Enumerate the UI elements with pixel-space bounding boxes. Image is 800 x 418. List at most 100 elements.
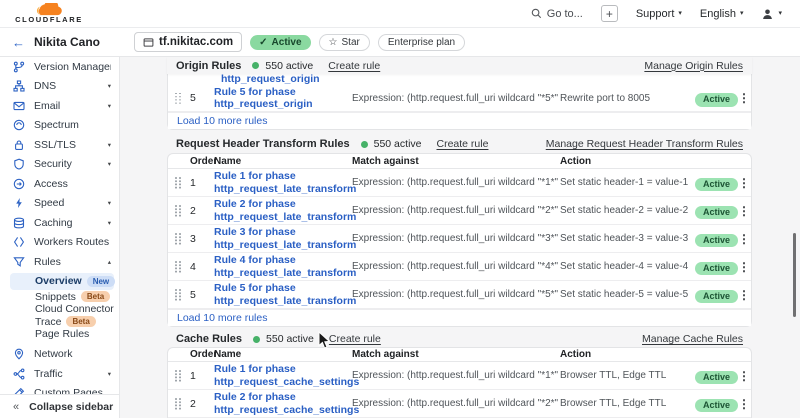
domain-selector[interactable]: tf.nikitac.com — [134, 32, 242, 52]
cloudflare-logo[interactable]: CLOUDFLARE — [10, 3, 88, 24]
section-title: Origin Rules — [176, 60, 241, 72]
create-rule-link[interactable]: Create rule — [329, 333, 381, 345]
create-rule-link[interactable]: Create rule — [328, 60, 380, 72]
language-menu[interactable]: English ▾ — [700, 8, 744, 20]
load-more-rules-link[interactable]: Load 10 more rules — [168, 309, 751, 326]
manage-cache-rules-link[interactable]: Manage Cache Rules — [642, 333, 743, 345]
shield-icon — [13, 158, 25, 170]
manage-origin-rules-link[interactable]: Manage Origin Rules — [644, 60, 743, 72]
kebab-menu-icon[interactable]: ⋮ — [737, 232, 751, 246]
sidebar-nav: Version Management DNS ▾ Email ▾ Spectru… — [0, 57, 120, 418]
sidebar-item-traffic[interactable]: Traffic ▾ — [0, 364, 119, 384]
add-site-button[interactable]: + — [601, 5, 618, 22]
sidebar-item-label: SSL/TLS — [34, 139, 76, 151]
column-header-action: Action — [560, 156, 695, 167]
database-icon — [13, 217, 25, 229]
support-menu[interactable]: Support ▾ — [636, 8, 682, 20]
load-more-rules-link[interactable]: Load 10 more rules — [168, 112, 751, 129]
origin-rules-card: http_request_origin 5 Rule 5 for phaseht… — [167, 74, 752, 130]
rule-name-link[interactable]: Rule 3 for phasehttp_request_late_transf… — [214, 226, 352, 251]
sidebar-item-access[interactable]: Access — [0, 174, 119, 194]
rule-name-link[interactable]: Rule 2 for phasehttp_request_cache_setti… — [214, 391, 352, 416]
rules-count: 550 active — [265, 60, 313, 72]
sidebar-item-caching[interactable]: Caching ▾ — [0, 213, 119, 233]
kebab-menu-icon[interactable]: ⋮ — [737, 204, 751, 218]
zone-status-badge: ✓ Active — [250, 35, 310, 50]
kebab-menu-icon[interactable]: ⋮ — [737, 176, 751, 190]
transform-rules-header: Request Header Transform Rules 550 activ… — [167, 135, 752, 153]
sidebar-item-security[interactable]: Security ▾ — [0, 155, 119, 175]
plan-badge: Enterprise plan — [378, 34, 465, 51]
sidebar-item-cloud-connector[interactable]: Cloud Connector Beta — [0, 303, 119, 316]
sidebar-item-page-rules[interactable]: Page Rules — [0, 328, 119, 341]
manage-transform-rules-link[interactable]: Manage Request Header Transform Rules — [546, 138, 743, 150]
star-button[interactable]: ☆ Star — [319, 34, 370, 51]
back-arrow-icon[interactable]: ← — [12, 35, 25, 50]
table-row: 5 Rule 5 for phasehttp_request_origin Ex… — [168, 85, 751, 112]
column-header-name: Name — [214, 349, 352, 360]
sidebar-item-ssl-tls[interactable]: SSL/TLS ▾ — [0, 135, 119, 155]
sidebar-item-dns[interactable]: DNS ▾ — [0, 77, 119, 97]
main-content: Origin Rules 550 active Create rule Mana… — [120, 57, 800, 418]
drag-handle-icon[interactable] — [175, 233, 183, 244]
collapse-label: Collapse sidebar — [29, 401, 113, 413]
rule-action: Browser TTL, Edge TTL — [560, 370, 695, 381]
envelope-icon — [13, 100, 25, 112]
rule-expression: Expression: (http.request.full_uri wildc… — [352, 370, 560, 381]
sidebar-item-overview[interactable]: Overview New — [10, 273, 114, 290]
plus-icon: + — [606, 7, 613, 21]
cache-rules-card: Order Name Match against Action 1 Rule 1… — [167, 347, 752, 418]
drag-handle-icon[interactable] — [175, 398, 183, 409]
zone-header-bar: ← Nikita Cano tf.nikitac.com ✓ Active ☆ … — [0, 28, 800, 57]
chevron-down-icon: ▾ — [108, 370, 111, 378]
rule-expression: Expression: (http.request.full_uri wildc… — [352, 398, 560, 409]
drag-handle-icon[interactable] — [175, 289, 183, 300]
sidebar-item-email[interactable]: Email ▾ — [0, 96, 119, 116]
kebab-menu-icon[interactable]: ⋮ — [737, 288, 751, 302]
rule-action: Set static header-3 = value-3 — [560, 233, 695, 244]
drag-handle-icon[interactable] — [175, 261, 183, 272]
rule-order: 5 — [190, 92, 214, 104]
create-rule-link[interactable]: Create rule — [437, 138, 489, 150]
drag-handle-icon[interactable] — [175, 370, 183, 381]
sidebar-item-speed[interactable]: Speed ▾ — [0, 194, 119, 214]
transform-rules-card: Order Name Match against Action 1 Rule 1… — [167, 153, 752, 327]
sidebar-item-trace[interactable]: Trace Beta — [0, 316, 119, 329]
rule-name-link[interactable]: Rule 2 for phasehttp_request_late_transf… — [214, 198, 352, 223]
table-row: 5 Rule 5 for phasehttp_request_late_tran… — [168, 281, 751, 309]
rule-name-link[interactable]: Rule 1 for phasehttp_request_late_transf… — [214, 170, 352, 195]
rule-order: 3 — [190, 233, 214, 245]
sidebar-item-label: Traffic — [34, 368, 63, 380]
sidebar-item-snippets[interactable]: Snippets Beta — [0, 291, 119, 304]
sidebar-item-workers-routes[interactable]: Workers Routes — [0, 233, 119, 253]
sidebar-item-spectrum[interactable]: Spectrum — [0, 116, 119, 136]
sidebar-item-version-management[interactable]: Version Management — [0, 57, 119, 77]
drag-handle-icon[interactable] — [175, 205, 183, 216]
kebab-menu-icon[interactable]: ⋮ — [737, 91, 751, 105]
sidebar-item-rules[interactable]: Rules ▴ — [0, 252, 119, 272]
branch-icon — [13, 61, 25, 73]
kebab-menu-icon[interactable]: ⋮ — [737, 260, 751, 274]
drag-handle-icon[interactable] — [175, 177, 183, 188]
kebab-menu-icon[interactable]: ⋮ — [737, 397, 751, 411]
drag-handle-icon[interactable] — [175, 93, 183, 104]
active-dot-icon — [253, 336, 260, 343]
rule-name-link[interactable]: http_request_origin — [168, 74, 751, 85]
rule-name-link[interactable]: Rule 1 for phasehttp_request_cache_setti… — [214, 363, 352, 388]
sidebar-item-label: Snippets — [35, 291, 76, 303]
vertical-scrollbar-thumb[interactable] — [793, 233, 796, 317]
website-icon — [143, 37, 154, 48]
sidebar-item-network[interactable]: Network — [0, 345, 119, 365]
sidebar-item-label: Trace — [35, 316, 61, 328]
rule-name-link[interactable]: Rule 5 for phasehttp_request_late_transf… — [214, 282, 352, 307]
dns-tree-icon — [13, 80, 25, 92]
rule-name-link[interactable]: Rule 4 for phasehttp_request_late_transf… — [214, 254, 352, 279]
rule-name-link[interactable]: Rule 5 for phasehttp_request_origin — [214, 86, 352, 111]
user-account-menu[interactable]: ▾ — [761, 8, 782, 20]
collapse-sidebar-button[interactable]: « Collapse sidebar — [0, 394, 119, 418]
column-header-action: Action — [560, 349, 695, 360]
goto-search[interactable]: Go to... — [531, 8, 583, 20]
sidebar-item-label: Network — [34, 348, 73, 360]
kebab-menu-icon[interactable]: ⋮ — [737, 369, 751, 383]
sidebar-item-label: Cloud Connector — [35, 303, 114, 315]
